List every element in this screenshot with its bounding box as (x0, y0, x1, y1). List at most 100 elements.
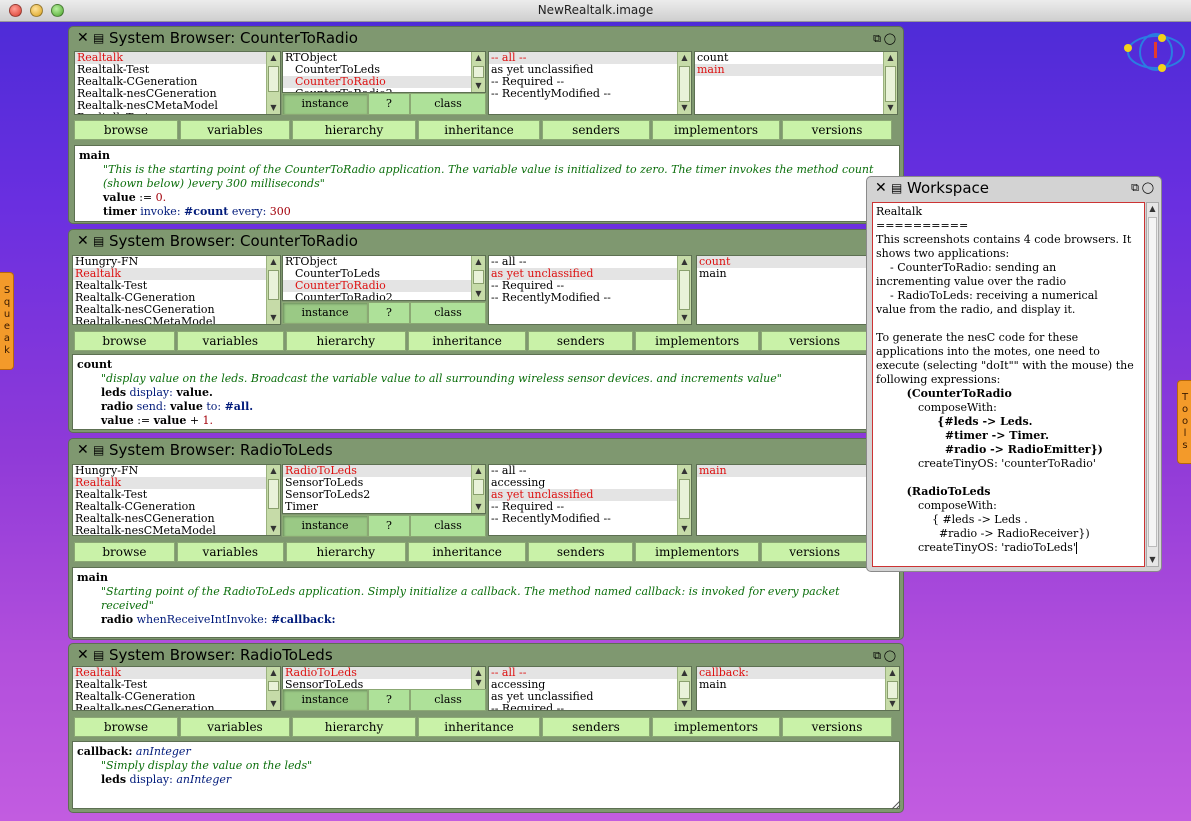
window-menu-icon[interactable]: ▤ (891, 177, 902, 199)
minimize-window-button[interactable] (30, 4, 43, 17)
toolbar-button-senders[interactable]: senders (528, 331, 634, 351)
category-list[interactable]: Realtalk Realtalk-Test Realtalk-CGeneratio… (74, 51, 281, 115)
toolbar-button-implementors[interactable]: implementors (635, 542, 760, 562)
instance-button[interactable]: instance (282, 93, 368, 115)
window-menu-icon[interactable]: ▤ (93, 27, 104, 50)
toolbar-button-hierarchy[interactable]: hierarchy (285, 542, 406, 562)
list-item[interactable]: Realtalk (73, 477, 280, 489)
close-icon[interactable]: ✕ (875, 177, 887, 199)
list-item[interactable]: CounterToLeds (283, 268, 485, 280)
toolbar-button-senders[interactable]: senders (528, 542, 634, 562)
category-list[interactable]: Realtalk Realtalk-Test Realtalk-CGeneratio… (72, 666, 281, 711)
list-item[interactable]: RTObject (283, 52, 485, 64)
help-button[interactable]: ? (368, 689, 410, 711)
toolbar-button-inheritance[interactable]: inheritance (418, 120, 540, 140)
scrollbar[interactable]: ▲ ▼ (266, 465, 280, 535)
protocol-list[interactable]: -- all -- accessing as yet unclassified -- … (488, 464, 692, 536)
workspace-title-bar[interactable]: ✕ ▤ Workspace ⧉ ◯ (867, 177, 1161, 199)
protocol-list[interactable]: -- all -- accessing as yet unclassified -- … (488, 666, 692, 711)
list-item[interactable]: Realtalk (75, 52, 280, 64)
help-button[interactable]: ? (368, 515, 410, 537)
protocol-list[interactable]: -- all -- as yet unclassified -- Required … (488, 51, 692, 115)
list-item[interactable]: accessing (489, 679, 691, 691)
scrollbar[interactable]: ▲ ▼ (266, 52, 280, 114)
toolbar-button-versions[interactable]: versions (782, 717, 892, 737)
list-item[interactable]: -- Required -- (489, 76, 691, 88)
list-item[interactable]: RadioToLeds (283, 465, 485, 477)
instance-button[interactable]: instance (282, 689, 368, 711)
list-item[interactable]: Realtalk-nesCMetaModel (73, 525, 280, 535)
list-item[interactable]: -- RecentlyModified -- (489, 513, 691, 525)
tools-flap-tab[interactable]: Tools (1177, 380, 1191, 464)
scrollbar[interactable]: ▲ ▼ (883, 52, 897, 114)
list-item[interactable]: as yet unclassified (489, 489, 691, 501)
list-item[interactable]: Realtalk-Test (75, 64, 280, 76)
window-menu-icon[interactable]: ▤ (93, 644, 104, 667)
scrollbar[interactable]: ▲ ▼ (471, 256, 485, 300)
list-item[interactable]: CounterToRadio2 (283, 292, 485, 300)
toolbar-button-variables[interactable]: variables (180, 717, 290, 737)
scrollbar[interactable]: ▲ ▼ (677, 465, 691, 535)
list-item[interactable]: as yet unclassified (489, 691, 691, 703)
collapse-icon[interactable]: ⧉ (873, 644, 881, 667)
list-item[interactable]: Realtalk-nesCGeneration (73, 703, 280, 710)
toolbar-button-implementors[interactable]: implementors (652, 120, 780, 140)
code-pane[interactable]: main "Starting point of the RadioToLeds … (72, 567, 900, 638)
class-button[interactable]: class (410, 93, 486, 115)
collapse-icon[interactable]: ⧉ (1131, 177, 1139, 199)
resize-grip-icon[interactable] (889, 798, 901, 810)
collapse-icon[interactable]: ⧉ (873, 27, 881, 50)
close-icon[interactable]: ✕ (77, 439, 89, 462)
scrollbar[interactable]: ▲ ▼ (266, 256, 280, 324)
toolbar-button-inheritance[interactable]: inheritance (418, 717, 540, 737)
toolbar-button-hierarchy[interactable]: hierarchy (285, 331, 406, 351)
scrollbar[interactable]: ▲ ▼ (1146, 202, 1159, 567)
list-item[interactable]: Realtalk-CGeneration (73, 691, 280, 703)
list-item[interactable]: as yet unclassified (489, 268, 691, 280)
list-item[interactable]: -- Required -- (489, 280, 691, 292)
list-item[interactable]: CounterToRadio (283, 280, 485, 292)
toolbar-button-versions[interactable]: versions (782, 120, 892, 140)
list-item[interactable]: -- all -- (489, 465, 691, 477)
list-item[interactable]: Realtalk-CGeneration (73, 292, 280, 304)
list-item[interactable]: CounterToRadio (283, 76, 485, 88)
list-item[interactable]: -- Required -- (489, 703, 691, 710)
toolbar-button-browse[interactable]: browse (74, 542, 175, 562)
list-item[interactable]: callback: (697, 667, 899, 679)
toolbar-button-inheritance[interactable]: inheritance (407, 331, 527, 351)
scrollbar[interactable]: ▲ ▼ (677, 256, 691, 324)
class-button[interactable]: class (410, 689, 486, 711)
expand-icon[interactable]: ◯ (884, 27, 896, 50)
list-item[interactable]: Realtalk-Tests (75, 112, 280, 114)
toolbar-button-variables[interactable]: variables (176, 542, 284, 562)
toolbar-button-browse[interactable]: browse (74, 331, 175, 351)
scrollbar[interactable]: ▲ ▼ (471, 465, 485, 513)
list-item[interactable]: SensorToLeds (283, 477, 485, 489)
close-window-button[interactable] (9, 4, 22, 17)
toolbar-button-versions[interactable]: versions (761, 542, 868, 562)
close-icon[interactable]: ✕ (77, 230, 89, 253)
category-list[interactable]: Hungry-FN Realtalk Realtalk-Test Realtalk-C… (72, 464, 281, 536)
expand-icon[interactable]: ◯ (1142, 177, 1154, 199)
list-item[interactable]: Timer (283, 501, 485, 513)
help-button[interactable]: ? (368, 302, 410, 324)
instance-button[interactable]: instance (282, 515, 368, 537)
toolbar-button-browse[interactable]: browse (74, 717, 178, 737)
class-list[interactable]: RTObjectCounterToLedsCounterToRadioCount… (282, 255, 486, 301)
list-item[interactable]: Realtalk-nesCMetaModel (75, 100, 280, 112)
toolbar-button-inheritance[interactable]: inheritance (407, 542, 527, 562)
scrollbar[interactable]: ▲ ▼ (471, 667, 485, 689)
browser-title-bar[interactable]: ✕ ▤ System Browser: RadioToLeds (69, 439, 903, 462)
scrollbar[interactable]: ▲ ▼ (885, 667, 899, 710)
browser-title-bar[interactable]: ✕ ▤ System Browser: RadioToLeds ⧉ ◯ (69, 644, 903, 667)
scrollbar[interactable]: ▲ ▼ (677, 52, 691, 114)
scrollbar[interactable]: ▲ ▼ (471, 52, 485, 92)
toolbar-button-hierarchy[interactable]: hierarchy (292, 717, 416, 737)
browser-title-bar[interactable]: ✕ ▤ System Browser: CounterToRadio ⧉ ◯ (69, 27, 903, 50)
expand-icon[interactable]: ◯ (884, 644, 896, 667)
list-item[interactable]: main (697, 679, 899, 691)
class-list[interactable]: RadioToLeds SensorToLeds SensorToLeds2 Time… (282, 464, 486, 514)
list-item[interactable]: Realtalk-CGeneration (73, 501, 280, 513)
list-item[interactable]: as yet unclassified (489, 64, 691, 76)
list-item[interactable]: accessing (489, 477, 691, 489)
